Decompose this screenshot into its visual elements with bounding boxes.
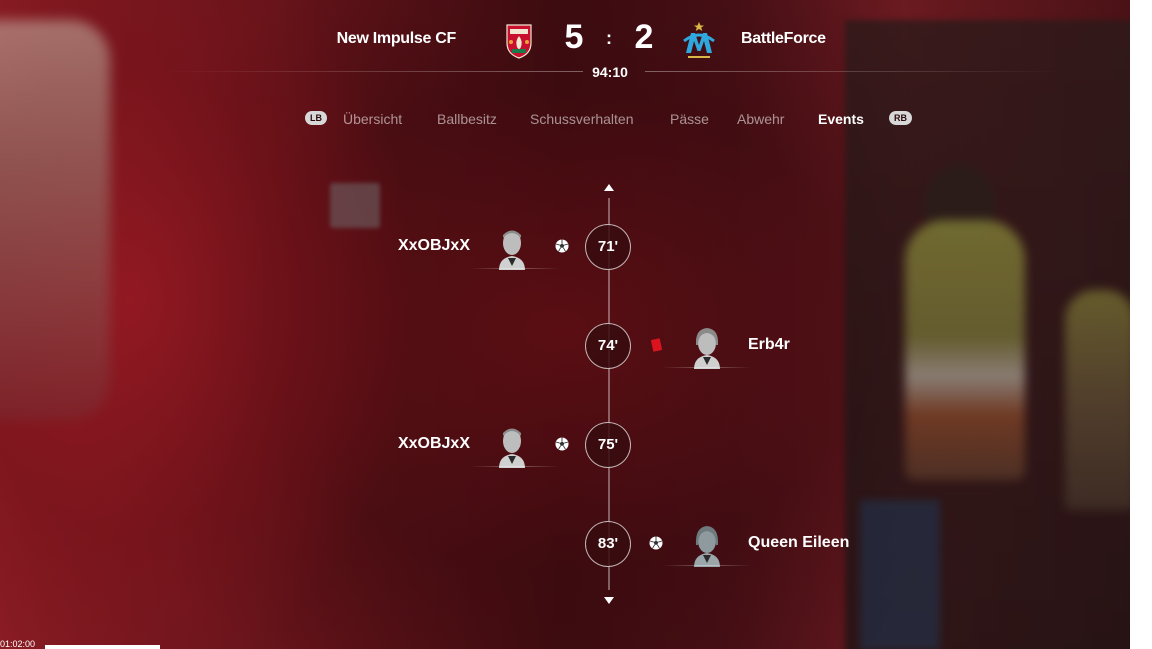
event-player-name: XxOBJxX <box>397 237 470 254</box>
score-separator: : <box>606 28 612 48</box>
home-score: 5 <box>564 18 584 56</box>
player-avatar-icon <box>694 328 720 369</box>
scoreboard: New Impulse CF 5 : 2 BattleForce 94:10 <box>0 0 1130 90</box>
soccer-ball-icon <box>555 437 569 451</box>
scoreboard-divider-right <box>645 71 1065 72</box>
video-timecode: 01:02:00 <box>0 639 36 649</box>
scoreboard-divider-left <box>163 71 583 72</box>
player-avatar-icon <box>694 526 720 567</box>
rb-button-hint[interactable]: RB <box>889 111 912 125</box>
away-club-crest-icon <box>683 22 715 58</box>
event-minute: 71' <box>585 224 631 270</box>
event-minute: 83' <box>585 521 631 567</box>
player-avatar-icon <box>499 428 525 468</box>
blurred-wall-plate <box>330 183 380 228</box>
event-minute: 75' <box>585 422 631 468</box>
scroll-down-arrow-icon[interactable] <box>604 597 614 604</box>
tab-uebersicht[interactable]: Übersicht <box>343 111 402 127</box>
tab-abwehr[interactable]: Abwehr <box>737 111 784 127</box>
avatar-underline <box>662 565 752 566</box>
match-clock: 94:10 <box>592 64 628 80</box>
home-club-crest-icon <box>506 24 532 59</box>
scroll-up-arrow-icon[interactable] <box>604 184 614 191</box>
lb-button-hint[interactable]: LB <box>305 111 327 125</box>
event-player-name: Queen Eileen <box>748 534 850 551</box>
tab-ballbesitz[interactable]: Ballbesitz <box>437 111 497 127</box>
blurred-bin <box>860 500 940 649</box>
blurred-steward-vest <box>905 220 1025 480</box>
avatar-underline <box>470 268 560 269</box>
player-avatar-icon <box>499 230 525 270</box>
event-player-name: Erb4r <box>748 336 790 353</box>
avatar-underline <box>662 367 752 368</box>
stadium-tunnel-background <box>0 0 1130 649</box>
window-edge <box>1130 0 1152 649</box>
video-progress-bar[interactable] <box>45 645 160 649</box>
tab-paesse[interactable]: Pässe <box>670 111 709 127</box>
away-team-name: BattleForce <box>741 30 826 47</box>
blurred-steward-vest-2 <box>1065 290 1130 510</box>
tab-events[interactable]: Events <box>818 111 864 127</box>
event-minute: 74' <box>585 323 631 369</box>
away-score: 2 <box>634 18 654 56</box>
avatar-underline <box>470 466 560 467</box>
soccer-ball-icon <box>649 536 663 550</box>
event-player-name: XxOBJxX <box>397 435 470 452</box>
tab-schussverhalten[interactable]: Schussverhalten <box>530 111 634 127</box>
stats-tab-bar: LB Übersicht Ballbesitz Schussverhalten … <box>0 108 1130 132</box>
soccer-ball-icon <box>555 239 569 253</box>
home-team-name: New Impulse CF <box>336 30 457 47</box>
